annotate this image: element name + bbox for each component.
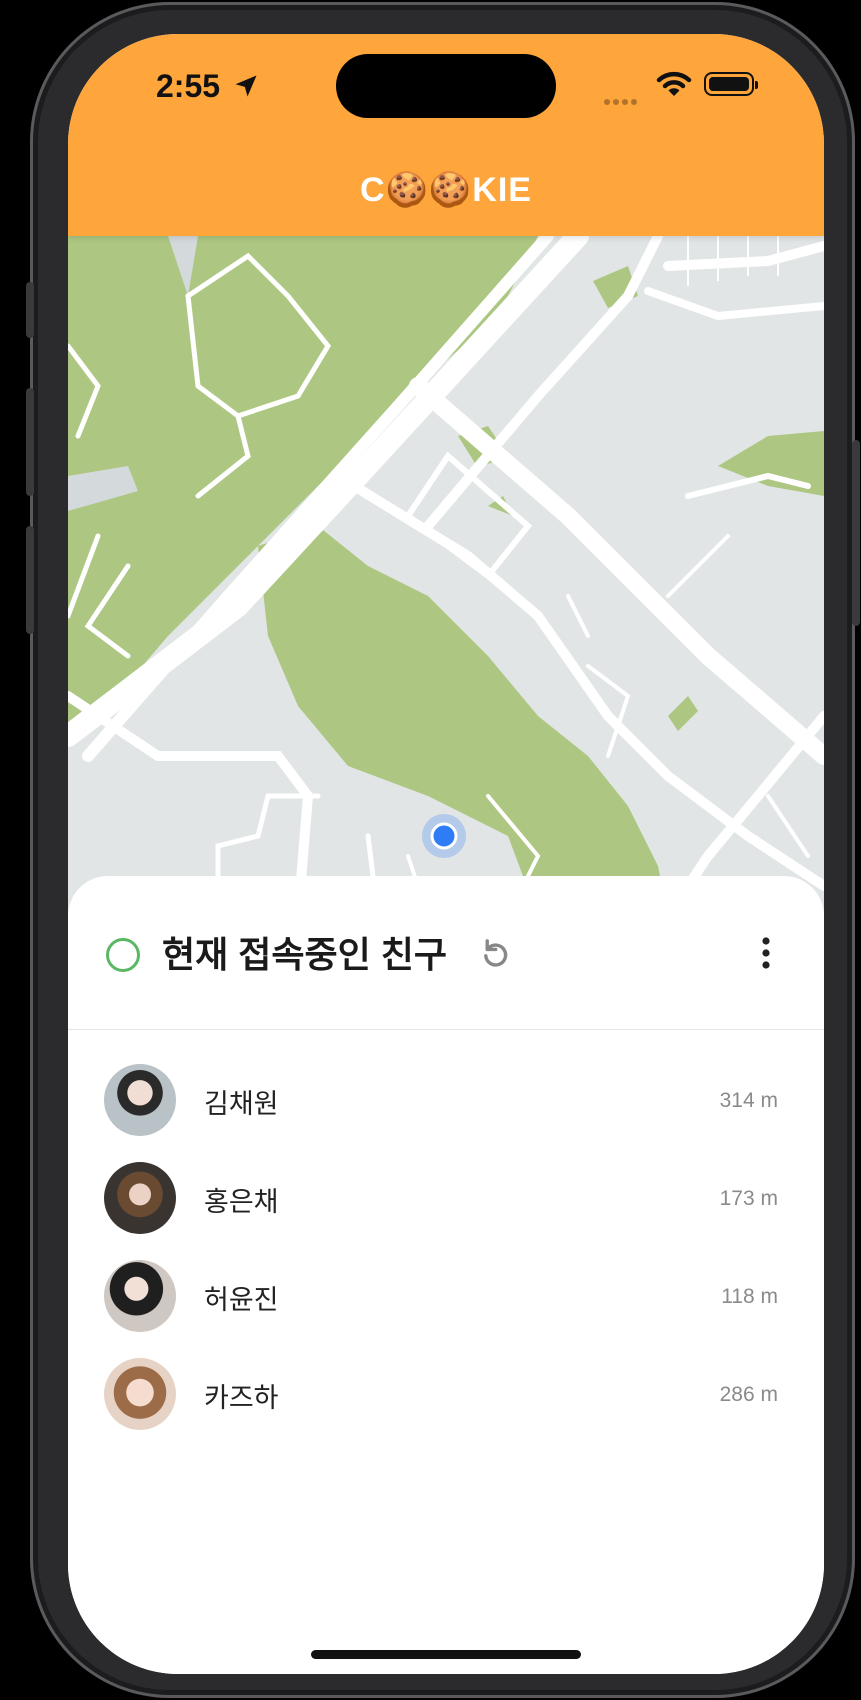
status-time: 2:55 <box>156 68 221 104</box>
volume-up-button <box>26 388 34 496</box>
more-options-icon[interactable] <box>754 934 778 972</box>
app-header: 2:55 C🍪🍪KIE <box>68 34 824 236</box>
friend-distance: 118 m <box>721 1285 778 1308</box>
volume-down-button <box>26 526 34 634</box>
friend-row[interactable]: 홍은채 173 m <box>68 1162 824 1236</box>
panel-divider <box>68 1029 824 1030</box>
friend-avatar <box>104 1358 176 1430</box>
online-friends-panel: 현재 접속중인 친구 김채원 314 m 홍은채 173 m 허윤진 118 m <box>68 876 824 1674</box>
action-button <box>26 282 34 338</box>
online-status-icon <box>106 938 140 972</box>
phone-screen: 2:55 C🍪🍪KIE 현재 접속중인 친구 김채원 314 m 홍은채 173… <box>68 34 824 1674</box>
friend-distance: 173 m <box>719 1187 778 1210</box>
friend-distance: 286 m <box>719 1383 778 1406</box>
friend-avatar <box>104 1064 176 1136</box>
home-indicator[interactable] <box>311 1650 581 1659</box>
cellular-signal-icon <box>604 90 640 109</box>
friend-name: 허윤진 <box>204 1285 279 1316</box>
wifi-icon <box>656 71 692 96</box>
friend-name: 카즈하 <box>204 1383 279 1414</box>
power-button <box>852 440 860 626</box>
refresh-icon[interactable] <box>478 936 512 970</box>
map-view[interactable] <box>68 225 824 921</box>
location-arrow-icon <box>235 75 257 97</box>
battery-icon <box>704 72 758 96</box>
panel-title: 현재 접속중인 친구 <box>162 934 447 975</box>
friend-avatar <box>104 1162 176 1234</box>
friend-avatar <box>104 1260 176 1332</box>
friend-row[interactable]: 허윤진 118 m <box>68 1260 824 1334</box>
friend-name: 김채원 <box>204 1089 279 1120</box>
friend-distance: 314 m <box>719 1089 778 1112</box>
friend-row[interactable]: 카즈하 286 m <box>68 1358 824 1432</box>
friend-name: 홍은채 <box>204 1187 279 1218</box>
dynamic-island <box>336 54 556 118</box>
app-title: C🍪🍪KIE <box>360 171 532 209</box>
map-graphic <box>68 225 824 921</box>
friend-row[interactable]: 김채원 314 m <box>68 1064 824 1138</box>
